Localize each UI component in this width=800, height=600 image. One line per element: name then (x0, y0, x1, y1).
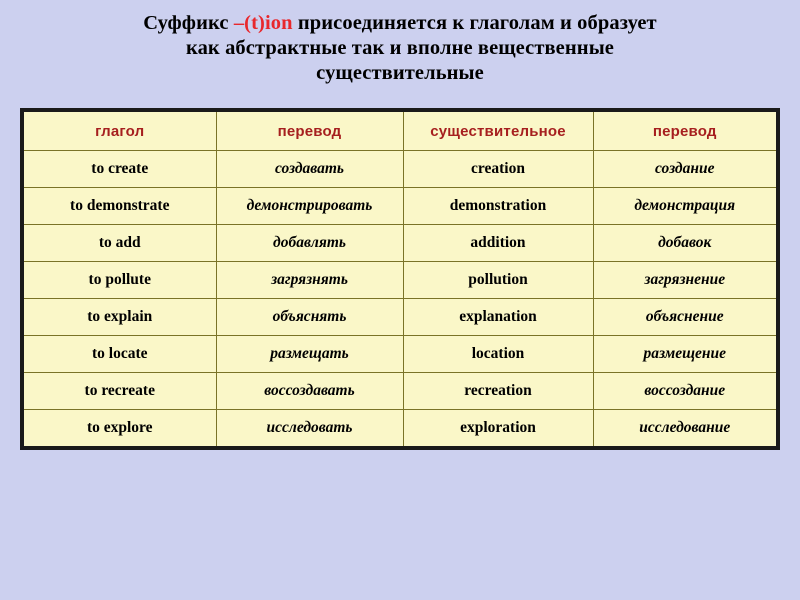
slide-root: Суффикс –(t)ion присоединяется к глагола… (0, 0, 800, 600)
cell-noun: exploration (402, 409, 594, 449)
title-text-after: присоединяется к глаголам и образует (292, 12, 657, 34)
table-row: to pollute загрязнять pollution загрязне… (21, 261, 779, 299)
cell-verb-translation: создавать (215, 150, 404, 188)
cell-noun-translation: загрязнение (592, 261, 779, 299)
cell-noun: location (402, 335, 594, 373)
cell-noun-translation: демонстрация (592, 187, 779, 225)
table-row: to recreate воссоздавать recreation восс… (21, 372, 779, 410)
table-row: to explain объяснять explanation объясне… (21, 298, 779, 336)
table-row: to create создавать creation создание (21, 150, 779, 188)
cell-noun-translation: исследование (592, 409, 779, 449)
table-header-row: глагол перевод существительное перевод (21, 109, 779, 151)
title-line-3: существительные (316, 62, 484, 84)
cell-verb: to locate (21, 335, 217, 373)
title-text-before: Суффикс (143, 12, 234, 34)
cell-verb-translation: воссоздавать (215, 372, 404, 410)
cell-noun: explanation (402, 298, 594, 336)
vocabulary-table-wrapper: глагол перевод существительное перевод t… (20, 108, 780, 450)
cell-noun: recreation (402, 372, 594, 410)
table-row: to add добавлять addition добавок (21, 224, 779, 262)
cell-verb: to demonstrate (21, 187, 217, 225)
cell-verb: to add (21, 224, 217, 262)
cell-verb-translation: демонстрировать (215, 187, 404, 225)
cell-verb: to recreate (21, 372, 217, 410)
page-title: Суффикс –(t)ion присоединяется к глагола… (0, 0, 800, 86)
table-row: to locate размещать location размещение (21, 335, 779, 373)
cell-verb-translation: размещать (215, 335, 404, 373)
table-row: to explore исследовать exploration иссле… (21, 409, 779, 449)
cell-verb: to explain (21, 298, 217, 336)
cell-noun: pollution (402, 261, 594, 299)
cell-verb-translation: исследовать (215, 409, 404, 449)
cell-noun-translation: размещение (592, 335, 779, 373)
cell-noun: demonstration (402, 187, 594, 225)
cell-noun: creation (402, 150, 594, 188)
cell-verb: to create (21, 150, 217, 188)
cell-noun-translation: объяснение (592, 298, 779, 336)
cell-noun-translation: воссоздание (592, 372, 779, 410)
title-suffix-accent: –(t)ion (233, 12, 293, 34)
table-row: to demonstrate демонстрировать demonstra… (21, 187, 779, 225)
cell-verb: to pollute (21, 261, 217, 299)
cell-verb: to explore (21, 409, 217, 449)
column-header-verb-translation: перевод (215, 109, 404, 151)
cell-verb-translation: загрязнять (215, 261, 404, 299)
title-line-1: Суффикс –(t)ion присоединяется к глагола… (0, 11, 800, 36)
cell-verb-translation: объяснять (215, 298, 404, 336)
title-line-2: как абстрактные так и вполне вещественны… (185, 37, 614, 59)
column-header-noun-translation: перевод (592, 109, 779, 151)
column-header-verb: глагол (21, 109, 217, 151)
vocabulary-table: глагол перевод существительное перевод t… (20, 108, 780, 450)
cell-noun-translation: создание (592, 150, 779, 188)
cell-noun: addition (402, 224, 594, 262)
cell-noun-translation: добавок (592, 224, 779, 262)
cell-verb-translation: добавлять (215, 224, 404, 262)
column-header-noun: существительное (402, 109, 594, 151)
